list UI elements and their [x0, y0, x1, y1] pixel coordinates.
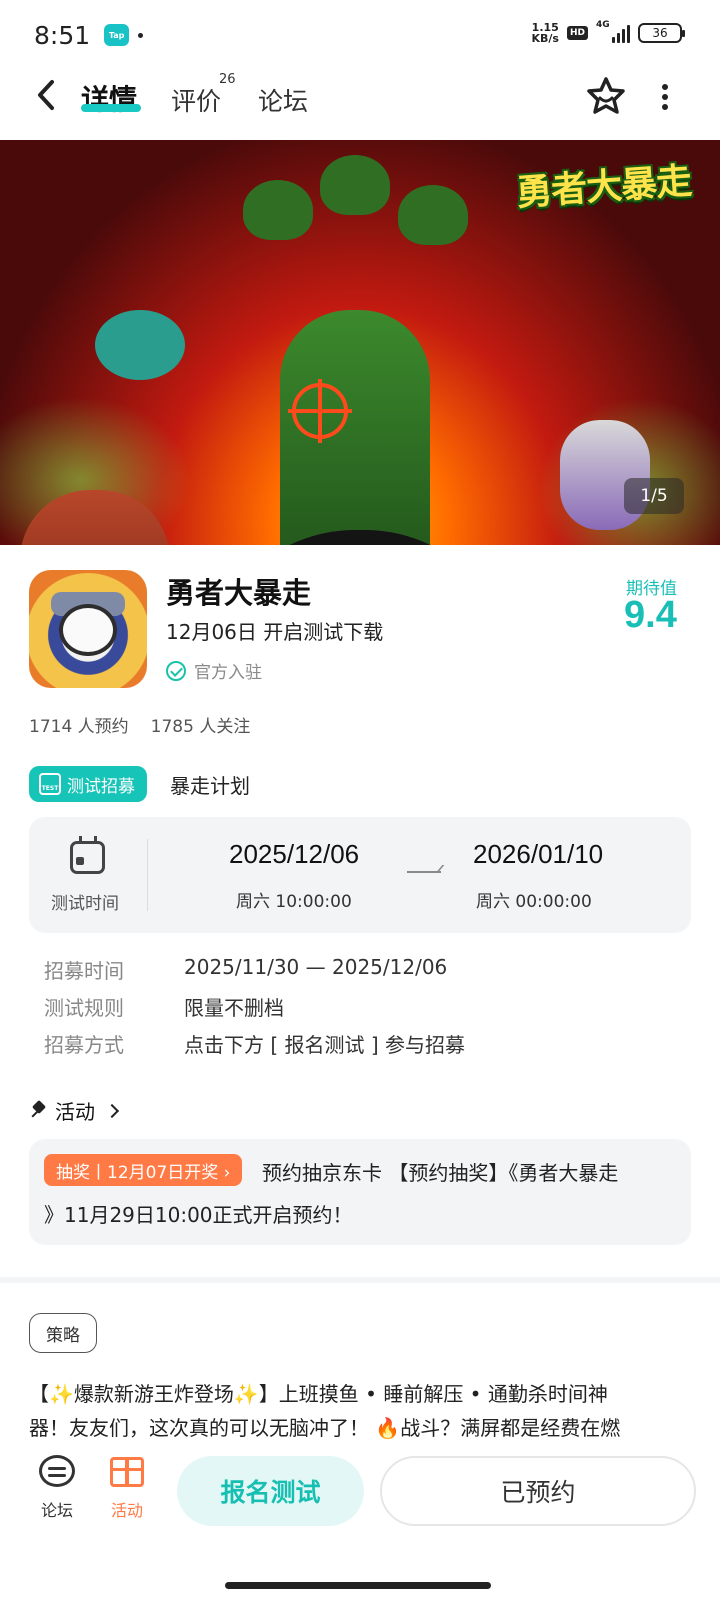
reviews-count-badge: 26 — [219, 72, 236, 87]
favorite-button[interactable] — [586, 76, 626, 116]
back-button[interactable] — [34, 78, 66, 114]
more-options-button[interactable] — [660, 84, 670, 110]
silhouette-artwork — [205, 530, 515, 545]
test-recruit-label: 测试招募 — [67, 776, 135, 797]
activity-button-label: 活动 — [110, 1501, 143, 1520]
home-indicator[interactable] — [225, 1582, 491, 1589]
forum-chat-icon — [39, 1455, 75, 1487]
detail-row-recruit-time: 招募时间 2025/11/30 — 2025/12/06 — [44, 955, 448, 983]
strategy-tag[interactable]: 策略 — [29, 1313, 97, 1353]
test-end-time: 周六 00:00:00 — [476, 892, 592, 912]
test-start-time: 周六 10:00:00 — [236, 892, 352, 912]
rating-value: 9.4 — [624, 594, 677, 636]
app-title: 勇者大暴走 — [166, 576, 312, 610]
star-icon — [587, 77, 625, 114]
status-time: 8:51 — [34, 20, 91, 50]
tab-details[interactable]: 详情 — [81, 78, 137, 118]
activity-header-label: 活动 — [55, 1100, 95, 1124]
detail-row-recruit-method: 招募方式 点击下方 [ 报名测试 ] 参与招募 — [44, 1033, 466, 1057]
app-release-info: 12月06日 开启测试下载 — [166, 620, 384, 644]
official-badge: 官方入驻 — [166, 658, 262, 683]
test-end-date: 2026/01/10 — [473, 839, 604, 869]
activity-button[interactable]: 活动 — [97, 1455, 157, 1521]
hd-icon: HD — [566, 26, 588, 40]
test-time-label: 测试时间 — [51, 894, 119, 914]
chevron-left-icon — [38, 80, 54, 110]
battery-icon: 36 — [638, 23, 685, 43]
net-speed-unit: KB/s — [531, 32, 559, 45]
crosshair-icon — [288, 379, 352, 443]
forum-button[interactable]: 论坛 — [27, 1455, 87, 1521]
activity-text-line1: 预约抽京东卡 【预约抽奖】《勇者大暴走 — [262, 1161, 619, 1185]
signup-test-button[interactable]: 报名测试 — [177, 1456, 364, 1526]
battery-level: 36 — [652, 26, 668, 40]
app-stats: 1714 人预约 1785 人关注 — [29, 712, 250, 737]
active-tab-indicator — [81, 104, 141, 112]
test-recruit-badge: TEST 测试招募 — [29, 766, 147, 802]
description-line-2: 器！友友们，这次真的可以无脑冲了！ 🔥战斗？满屏都是经费在燃 — [29, 1416, 621, 1440]
tab-forum[interactable]: 论坛 — [258, 82, 308, 118]
banner-page-counter: 1/5 — [624, 478, 684, 514]
network-type: 4G — [596, 20, 610, 30]
test-plan-name: 暴走计划 — [170, 774, 250, 798]
activity-section-link[interactable]: 活动 — [29, 1096, 120, 1125]
arrow-right-icon — [407, 871, 441, 873]
reserved-button[interactable]: 已预约 — [380, 1456, 696, 1526]
dragon-artwork — [95, 310, 185, 380]
activity-text-line2: 》11月29日10:00正式开启预约！ — [44, 1203, 353, 1227]
forum-button-label: 论坛 — [40, 1501, 73, 1520]
net-speed: 1.15 KB/s — [532, 22, 559, 44]
reservation-count: 1714 人预约 — [29, 717, 129, 737]
verified-check-icon — [166, 660, 186, 681]
tab-reviews[interactable]: 评价 — [171, 82, 221, 118]
section-divider — [0, 1277, 720, 1283]
pin-icon — [29, 1102, 47, 1120]
chevron-right-icon — [104, 1103, 120, 1118]
detail-row-test-rule: 测试规则 限量不删档 — [44, 996, 284, 1020]
app-icon — [29, 570, 147, 688]
calendar-icon — [70, 836, 105, 874]
follower-count: 1785 人关注 — [150, 717, 251, 737]
test-time-card: 测试时间 2025/12/06 周六 10:00:00 2026/01/10 周… — [29, 817, 691, 933]
status-indicators: 1.15 KB/s HD 4G 36 — [532, 20, 685, 44]
signal-icon: 4G — [596, 20, 630, 43]
test-start-date: 2025/12/06 — [229, 839, 360, 869]
description-line-1: 【✨爆款新游王炸登场✨】上班摸鱼 • 睡前解压 • 通勤杀时间神 — [29, 1382, 608, 1406]
status-bar: 8:51 Tap 1.15 KB/s HD 4G 36 — [0, 0, 720, 70]
taptap-notification-icon: Tap — [104, 24, 130, 46]
notification-dot-icon — [138, 32, 144, 38]
test-icon: TEST — [39, 773, 61, 795]
lottery-badge: 抽奖丨12月07日开奖 › — [44, 1154, 243, 1186]
gift-icon — [110, 1457, 144, 1487]
official-label: 官方入驻 — [194, 663, 262, 683]
activity-card[interactable]: 抽奖丨12月07日开奖 › 预约抽京东卡 【预约抽奖】《勇者大暴走 》11月29… — [29, 1139, 691, 1245]
